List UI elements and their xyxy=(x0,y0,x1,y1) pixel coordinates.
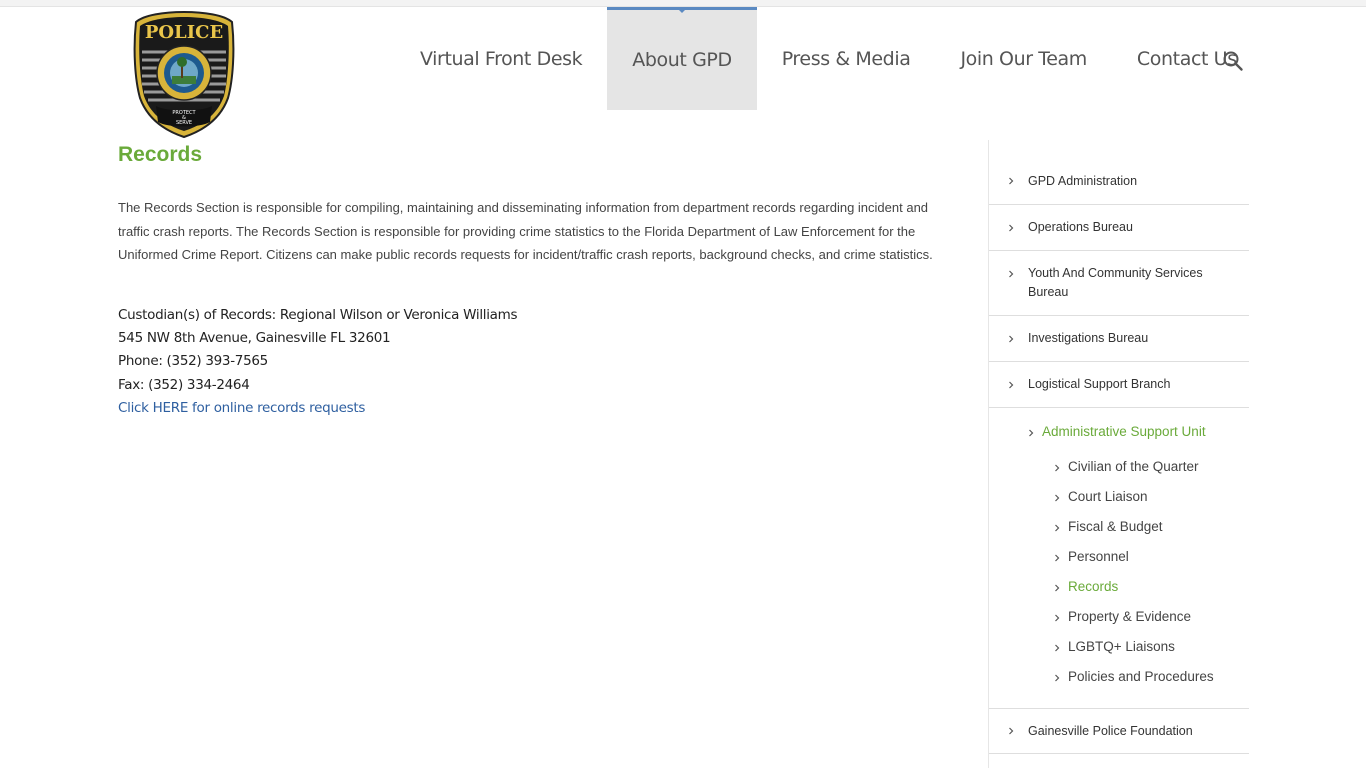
sidebar-subitem-label: LGBTQ+ Liaisons xyxy=(1068,639,1175,654)
sidebar-subitem-label: Fiscal & Budget xyxy=(1068,519,1163,534)
chevron-right-icon xyxy=(1029,429,1034,437)
top-strip xyxy=(0,0,1366,7)
online-records-request-link[interactable]: Click HERE for online records requests xyxy=(118,400,365,416)
sidebar-subitem-lgbtq-liaisons[interactable]: LGBTQ+ Liaisons xyxy=(1055,639,1175,654)
fax-text: Fax: (352) 334-2464 xyxy=(118,376,250,393)
chevron-right-icon xyxy=(1055,464,1060,472)
sidebar-subitem-records[interactable]: Records xyxy=(1055,579,1119,594)
police-badge-logo[interactable]: POLICE PROTECT & SERVE xyxy=(132,10,236,138)
search-icon[interactable] xyxy=(1222,50,1244,72)
intro-paragraph: The Records Section is responsible for c… xyxy=(118,200,933,262)
chevron-right-icon xyxy=(1009,224,1014,231)
sidebar-subitem-policies-procedures[interactable]: Policies and Procedures xyxy=(1055,669,1214,684)
page-title: Records xyxy=(118,143,203,166)
sidebar-item-label: Gainesville Police Foundation xyxy=(1028,723,1193,738)
sidebar-subitem-property-evidence[interactable]: Property & Evidence xyxy=(1055,609,1192,624)
chevron-right-icon xyxy=(1055,644,1060,652)
sidebar-item-label: Operations Bureau xyxy=(1028,220,1133,234)
main-nav: Virtual Front Desk About GPD Press & Med… xyxy=(395,7,1262,110)
sidebar-subitem-label: Property & Evidence xyxy=(1068,609,1192,624)
address-text: 545 NW 8th Avenue, Gainesville FL 32601 xyxy=(118,330,391,347)
chevron-right-icon xyxy=(1009,270,1014,278)
sidebar-item-investigations-bureau[interactable]: Investigations Bureau xyxy=(989,316,1249,362)
sidebar-subitem-personnel[interactable]: Personnel xyxy=(1055,549,1129,564)
chevron-right-icon xyxy=(1055,494,1060,502)
sidebar-subitem-civilian-of-the-quarter[interactable]: Civilian of the Quarter xyxy=(1055,459,1199,474)
sidebar-subitem-court-liaison[interactable]: Court Liaison xyxy=(1055,489,1148,504)
sidebar-item-logistical-support-branch[interactable]: Logistical Support Branch xyxy=(989,362,1249,408)
chevron-right-icon xyxy=(1009,727,1014,735)
sidebar-item-label: Logistical Support Branch xyxy=(1028,377,1171,391)
sidebar-item-gainesville-police-foundation[interactable]: Gainesville Police Foundation xyxy=(989,708,1249,754)
nav-virtual-front-desk[interactable]: Virtual Front Desk xyxy=(395,7,607,110)
chevron-right-icon xyxy=(1055,614,1060,622)
sidebar-subitem-label: Personnel xyxy=(1068,549,1129,564)
nav-about-gpd[interactable]: About GPD xyxy=(607,7,757,110)
sidebar-subitem-fiscal-budget[interactable]: Fiscal & Budget xyxy=(1055,519,1163,534)
sidebar-item-label: Investigations Bureau xyxy=(1028,331,1149,345)
sidebar-subitem-label: Policies and Procedures xyxy=(1068,669,1214,684)
sidebar-subitem-label: Court Liaison xyxy=(1068,489,1148,504)
chevron-right-icon xyxy=(1055,554,1060,562)
nav-press-media[interactable]: Press & Media xyxy=(757,7,936,110)
chevron-right-icon xyxy=(1009,381,1014,388)
chevron-right-icon xyxy=(1055,524,1060,532)
chevron-right-icon xyxy=(1009,177,1014,185)
custodian-text: Custodian(s) of Records: Regional Wilson… xyxy=(118,307,518,323)
sidebar-item-youth-community-services[interactable]: Youth And Community Services Bureau xyxy=(989,251,1249,316)
sidebar-subitem-label: Records xyxy=(1068,579,1119,594)
chevron-right-icon xyxy=(1055,674,1060,682)
sidebar-subitem-label: Civilian of the Quarter xyxy=(1068,459,1199,474)
sidebar-sub-label: Administrative Support Unit xyxy=(1042,424,1206,439)
phone-text: Phone: (352) 393-7565 xyxy=(118,353,268,370)
sidebar-sub-administrative-support-unit[interactable]: Administrative Support Unit xyxy=(1029,424,1206,439)
sidebar-item-label: Youth And Community Services Bureau xyxy=(1028,266,1203,299)
sidebar-item-operations-bureau[interactable]: Operations Bureau xyxy=(989,205,1249,251)
logo-text-police: POLICE xyxy=(145,22,223,43)
nav-join-our-team[interactable]: Join Our Team xyxy=(935,7,1111,110)
chevron-right-icon xyxy=(1009,335,1014,342)
sidebar-item-gpd-administration[interactable]: GPD Administration xyxy=(989,140,1249,205)
sidebar-item-label: GPD Administration xyxy=(1028,173,1138,188)
chevron-right-icon xyxy=(1055,584,1060,592)
contact-block: Custodian(s) of Records: Regional Wilson… xyxy=(118,304,718,420)
logo-motto-3: SERVE xyxy=(176,120,192,126)
